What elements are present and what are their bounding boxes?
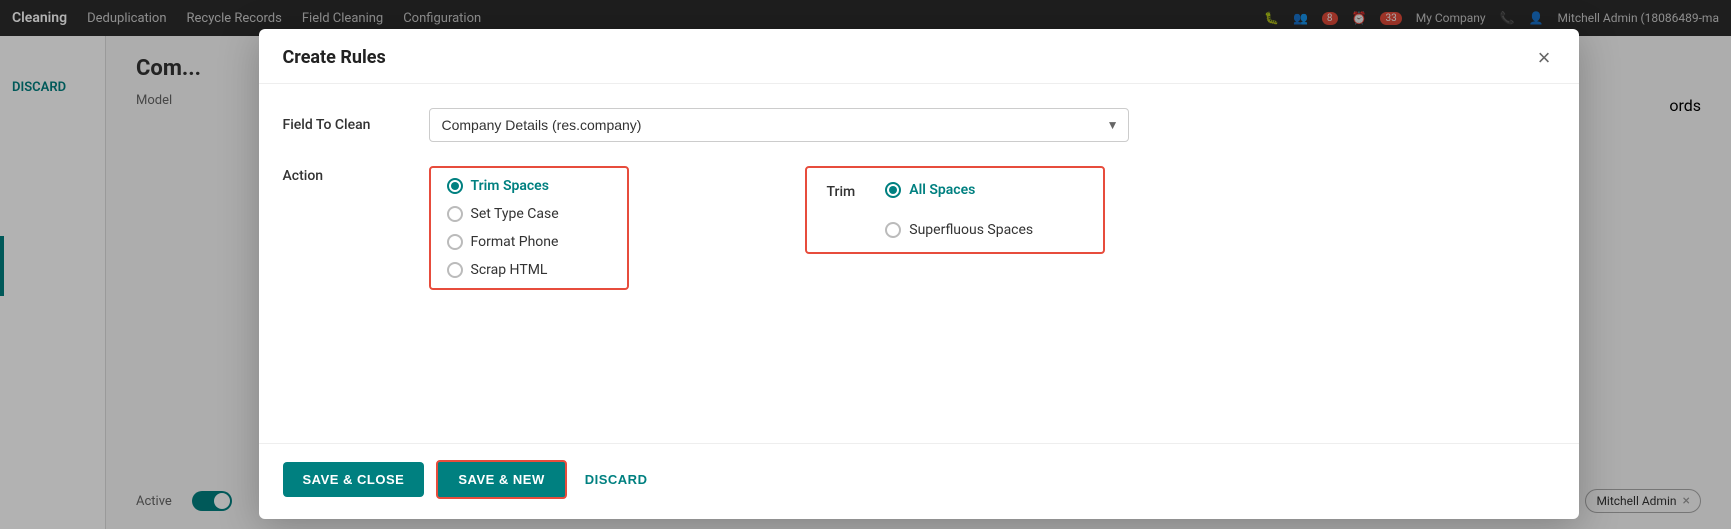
field-to-clean-label: Field To Clean — [283, 117, 413, 133]
radio-set-type-case-indicator — [447, 206, 463, 222]
modal-body: Field To Clean Company Details (res.comp… — [259, 84, 1579, 443]
trim-all-spaces[interactable]: All Spaces — [885, 182, 1033, 198]
action-format-phone[interactable]: Format Phone — [447, 234, 611, 250]
modal-footer: SAVE & CLOSE SAVE & NEW DISCARD — [259, 443, 1579, 519]
radio-trim-spaces-indicator — [447, 178, 463, 194]
action-trim-spaces[interactable]: Trim Spaces — [447, 178, 611, 194]
radio-set-type-case-label: Set Type Case — [471, 206, 559, 222]
trim-options-panel: Trim All Spaces Superfluous Spaces — [805, 166, 1105, 254]
field-to-clean-select[interactable]: Company Details (res.company) — [429, 108, 1129, 142]
action-label: Action — [283, 166, 413, 184]
field-to-clean-row: Field To Clean Company Details (res.comp… — [283, 108, 1555, 142]
action-radio-group: Trim Spaces Set Type Case Format Phone S… — [429, 166, 629, 290]
radio-scrap-html-label: Scrap HTML — [471, 262, 548, 278]
radio-superfluous-spaces-indicator — [885, 222, 901, 238]
radio-format-phone-label: Format Phone — [471, 234, 559, 250]
radio-all-spaces-indicator — [885, 182, 901, 198]
modal-title: Create Rules — [283, 47, 386, 68]
radio-scrap-html-indicator — [447, 262, 463, 278]
modal-close-button[interactable]: × — [1534, 47, 1555, 69]
action-scrap-html[interactable]: Scrap HTML — [447, 262, 611, 278]
discard-button[interactable]: DISCARD — [579, 462, 654, 497]
action-row: Action Trim Spaces Set Type Case Format … — [283, 166, 1555, 290]
action-set-type-case[interactable]: Set Type Case — [447, 206, 611, 222]
field-select-wrap: Company Details (res.company) ▼ — [429, 108, 1129, 142]
radio-superfluous-spaces-label: Superfluous Spaces — [909, 222, 1033, 238]
radio-format-phone-indicator — [447, 234, 463, 250]
save-new-button[interactable]: SAVE & NEW — [436, 460, 566, 499]
radio-all-spaces-label: All Spaces — [909, 182, 975, 198]
modal-header: Create Rules × — [259, 29, 1579, 84]
save-close-button[interactable]: SAVE & CLOSE — [283, 462, 425, 497]
trim-panel-label: Trim — [827, 182, 856, 200]
radio-trim-spaces-label: Trim Spaces — [471, 178, 549, 194]
trim-superfluous-spaces[interactable]: Superfluous Spaces — [885, 222, 1033, 238]
create-rules-modal: Create Rules × Field To Clean Company De… — [259, 29, 1579, 519]
trim-radio-group: All Spaces Superfluous Spaces — [885, 182, 1033, 238]
